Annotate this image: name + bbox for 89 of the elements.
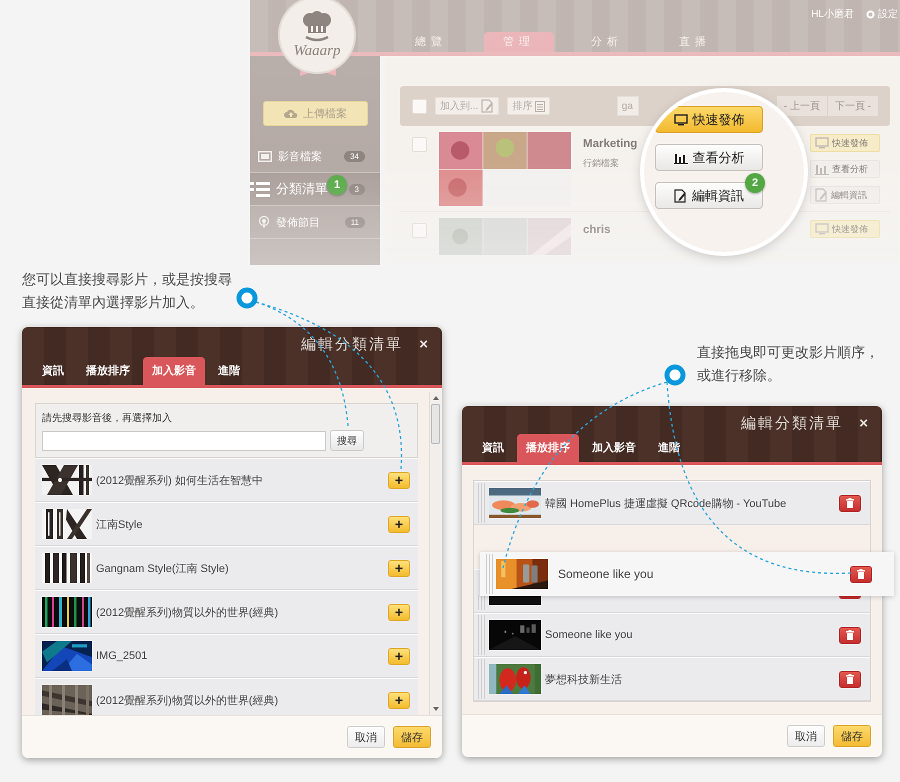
- file-title: chris: [583, 224, 610, 236]
- save-button[interactable]: 儲存: [833, 725, 871, 747]
- analytics-button[interactable]: 查看分析: [655, 144, 763, 171]
- video-title: (2012覺醒系列)物質以外的世界(經典): [96, 606, 278, 620]
- dialog-title: 編輯分類清單: [741, 414, 844, 433]
- video-title: Gangnam Style(江南 Style): [96, 562, 229, 576]
- settings-icon: [866, 10, 875, 18]
- add-button[interactable]: +: [388, 692, 410, 708]
- delete-button[interactable]: [850, 566, 872, 582]
- dragged-row[interactable]: Someone like you: [480, 552, 894, 596]
- delete-button[interactable]: [839, 626, 861, 644]
- drag-handle[interactable]: [478, 483, 485, 523]
- trash-icon: [846, 498, 854, 508]
- count-badge: 34: [344, 150, 365, 162]
- edit-document-icon: [674, 188, 687, 202]
- cancel-button[interactable]: 取消: [787, 725, 825, 747]
- dialog-tab[interactable]: 加入影音: [143, 357, 205, 385]
- ring-marker: [664, 364, 686, 386]
- video-title: (2012覺醒系列)物質以外的世界(經典): [96, 694, 278, 708]
- count-badge: 11: [344, 216, 365, 228]
- row-checkbox[interactable]: [412, 223, 427, 238]
- dialog-title: 編輯分類清單: [301, 335, 404, 354]
- dialog-tab[interactable]: 進階: [209, 357, 249, 385]
- monitor-icon: [815, 223, 829, 235]
- hint-text: 您可以直接搜尋影片，或是按搜尋直接從清單內選擇影片加入。: [22, 270, 233, 312]
- file-title: Marketing: [583, 138, 638, 150]
- video-title: 韓國 HomePlus 捷運虛擬 QRcode購物 - YouTube: [545, 496, 786, 510]
- film-icon: [258, 150, 272, 162]
- scroll-up-arrow-icon[interactable]: [432, 396, 438, 400]
- video-title: 夢想科技新生活: [545, 672, 622, 686]
- add-button[interactable]: +: [388, 516, 410, 532]
- count-badge: 3: [348, 184, 365, 194]
- hint-text: 直接拖曳即可更改影片順序，或進行移除。: [697, 343, 880, 385]
- publish-button[interactable]: 快速發佈: [810, 134, 880, 152]
- bar-chart-icon: [674, 152, 688, 164]
- sidebar-label: 影音檔案: [278, 150, 322, 164]
- close-button[interactable]: ×: [859, 415, 868, 432]
- trash-icon: [846, 674, 854, 684]
- sidebar-label: 分類清單: [276, 180, 328, 198]
- video-title: IMG_2501: [96, 650, 148, 662]
- select-all-checkbox[interactable]: [412, 98, 427, 114]
- dialog-tab[interactable]: 加入影音: [583, 434, 645, 462]
- scroll-down-arrow-icon[interactable]: [432, 707, 438, 711]
- delete-button[interactable]: [839, 670, 861, 688]
- dialog-tab[interactable]: 進階: [649, 434, 689, 462]
- sidebar-label: 發佈節目: [276, 216, 320, 230]
- monitor-icon: [674, 114, 688, 126]
- trash-icon: [857, 569, 865, 579]
- file-subtitle: 行銷檔案: [583, 157, 620, 170]
- chef-hat-icon: [302, 10, 332, 42]
- list-icon: [250, 181, 270, 197]
- edit-document-icon: [481, 99, 494, 113]
- dialog-tab[interactable]: 播放排序: [77, 357, 139, 385]
- video-title: Someone like you: [558, 567, 654, 581]
- drag-handle[interactable]: [486, 554, 493, 594]
- search-label: 請先搜尋影音後，再選擇加入: [42, 412, 173, 425]
- logo-text: Waaarp: [294, 42, 340, 60]
- scrollbar-thumb[interactable]: [431, 404, 440, 444]
- add-button[interactable]: +: [388, 560, 410, 576]
- video-title: 江南Style: [96, 518, 142, 532]
- cloud-upload-icon: [284, 108, 298, 118]
- broadcast-icon: [258, 216, 270, 228]
- row-checkbox[interactable]: [412, 137, 427, 152]
- list-icon: [535, 100, 546, 112]
- drag-handle[interactable]: [478, 615, 485, 655]
- step-badge: 2: [745, 173, 765, 193]
- dialog-tab[interactable]: 資訊: [473, 434, 513, 462]
- drag-handle[interactable]: [478, 659, 485, 699]
- add-button[interactable]: +: [388, 472, 410, 488]
- add-button[interactable]: +: [388, 604, 410, 620]
- cancel-button[interactable]: 取消: [347, 726, 385, 748]
- save-button[interactable]: 儲存: [393, 726, 431, 748]
- video-title: (2012覺醒系列) 如何生活在智慧中: [96, 474, 263, 488]
- edit-document-icon: [815, 188, 828, 202]
- search-button[interactable]: 搜尋: [330, 430, 364, 451]
- bar-chart-icon: [815, 163, 829, 175]
- video-title: Someone like you: [545, 629, 632, 641]
- scrollbar[interactable]: [429, 392, 441, 715]
- step-badge: 1: [327, 175, 347, 195]
- add-button[interactable]: +: [388, 648, 410, 664]
- dialog-tab[interactable]: 資訊: [33, 357, 73, 385]
- search-field[interactable]: [42, 430, 326, 450]
- drag-handle[interactable]: [478, 595, 485, 610]
- trash-icon: [846, 630, 854, 640]
- close-button[interactable]: ×: [419, 336, 428, 353]
- publish-button[interactable]: 快速發佈: [655, 106, 763, 133]
- delete-button[interactable]: [839, 494, 861, 512]
- ring-marker: [236, 288, 258, 308]
- monitor-icon: [815, 137, 829, 149]
